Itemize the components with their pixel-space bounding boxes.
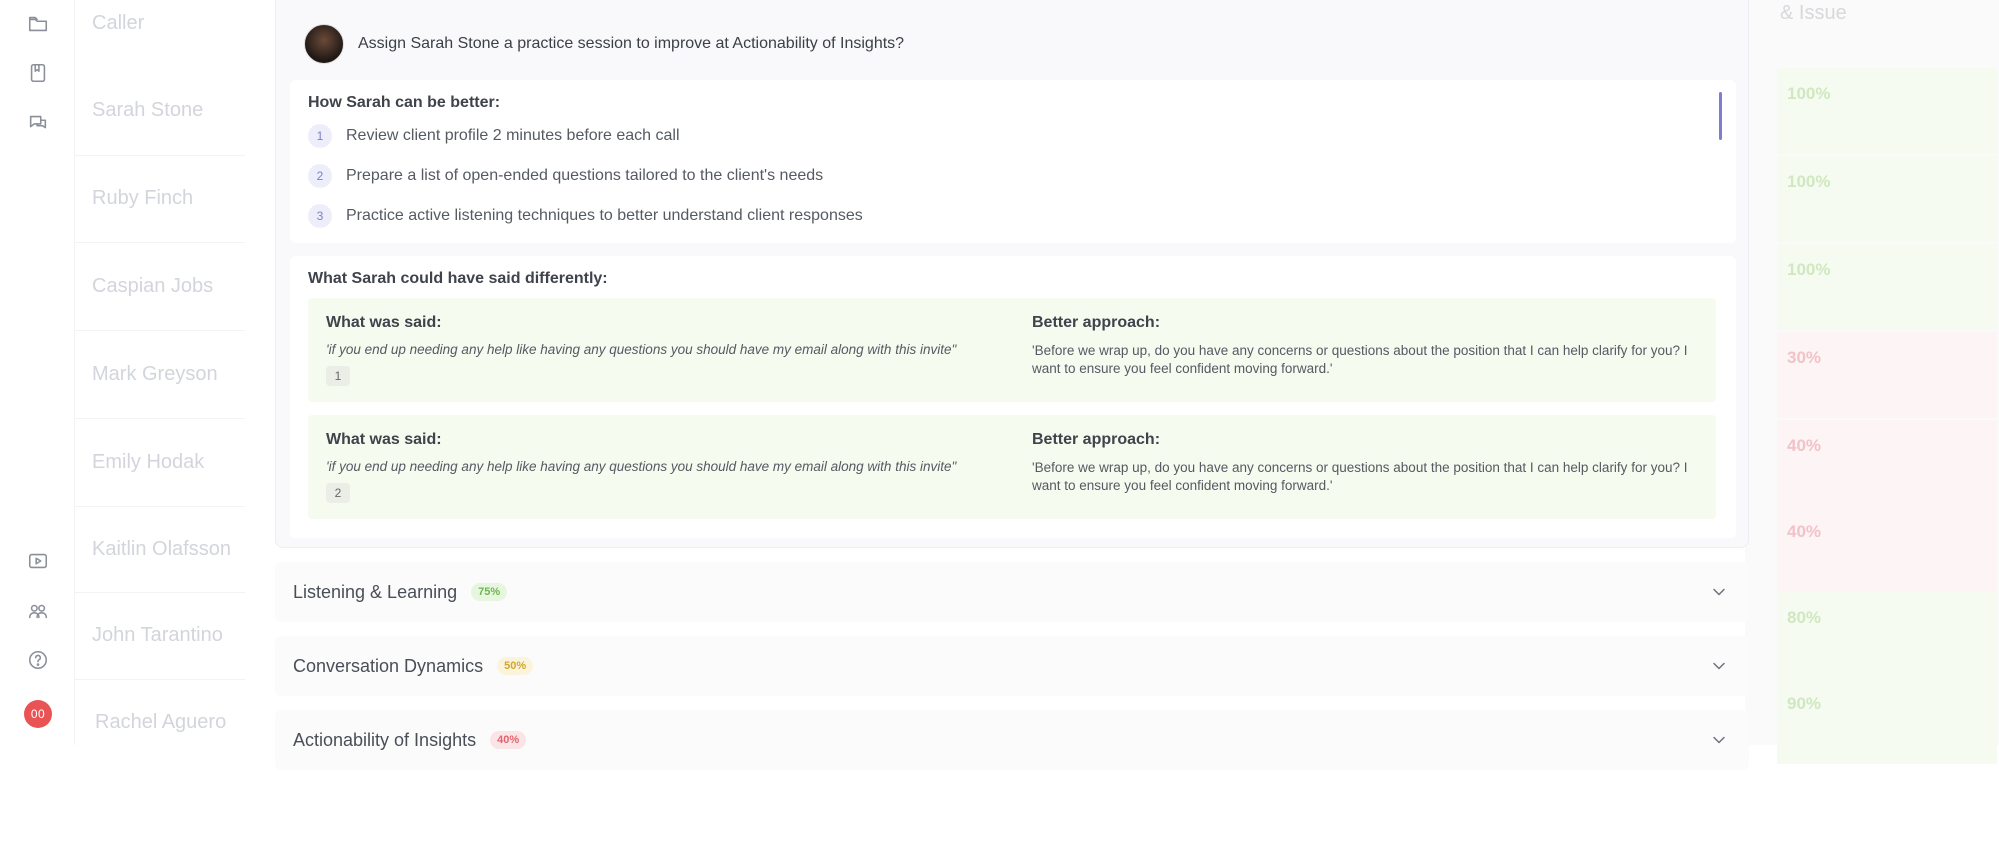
better-quote: 'Before we wrap up, do you have any conc… (1032, 343, 1688, 376)
score-cell: 100% (1777, 68, 1997, 154)
better-label: Better approach: (1032, 431, 1161, 448)
chevron-down-icon[interactable] (1709, 730, 1729, 750)
score-cell: 30% (1777, 332, 1997, 418)
score-cell: 80% (1777, 592, 1997, 678)
example-item: What was said: Better approach: 'if you … (308, 415, 1716, 519)
chevron-down-icon[interactable] (1709, 656, 1729, 676)
accordion-conversation-dynamics[interactable]: Conversation Dynamics 50% (275, 636, 1749, 696)
said-quote: 'if you end up needing any help like hav… (326, 459, 957, 474)
assign-question-text: Assign Sarah Stone a practice session to… (358, 35, 905, 52)
example-count: 1 (326, 366, 350, 386)
said-label: What was said: (326, 431, 442, 448)
accordion-title: Listening & Learning (293, 581, 458, 602)
better-quote: 'Before we wrap up, do you have any conc… (1032, 460, 1688, 493)
column-header-caller: Caller (92, 12, 145, 34)
accordion-title: Conversation Dynamics (293, 655, 484, 676)
caller-name[interactable]: Rachel Aguero (95, 711, 226, 734)
column-header-issue: & Issue (1780, 2, 1847, 24)
caller-name[interactable]: Kaitlin Olafsson (92, 538, 231, 561)
caller-name[interactable]: Caspian Jobs (92, 275, 213, 298)
accordion-listening-learning[interactable]: Listening & Learning 75% (275, 562, 1749, 622)
improvement-step: 1 Review client profile 2 minutes before… (308, 124, 680, 148)
user-avatar[interactable]: 00 (24, 700, 52, 728)
step-number: 2 (308, 164, 332, 188)
improvement-title: How Sarah can be better: (308, 94, 501, 111)
caller-name[interactable]: Sarah Stone (92, 99, 203, 122)
score-badge: 50% (497, 657, 534, 675)
step-text: Practice active listening techniques to … (346, 207, 863, 224)
score-cell: 100% (1777, 244, 1997, 330)
step-number: 3 (308, 204, 332, 228)
bookmark-icon[interactable] (24, 59, 52, 87)
score-badge: 40% (490, 731, 527, 749)
coaching-panel: Assign Sarah Stone a practice session to… (275, 0, 1749, 548)
score-cell: 90% (1777, 678, 1997, 764)
score-cell: 40% (1777, 420, 1997, 506)
said-label: What was said: (326, 314, 442, 331)
example-count: 2 (326, 483, 350, 503)
example-item: What was said: Better approach: 'if you … (308, 298, 1716, 402)
video-icon[interactable] (24, 547, 52, 575)
differently-card: What Sarah could have said differently: … (290, 256, 1736, 538)
caller-name[interactable]: Mark Greyson (92, 363, 218, 386)
improvement-card: How Sarah can be better: 1 Review client… (290, 80, 1736, 243)
score-column: & Issue 100% 100% 100% 30% 40% 40% 80% 9… (1745, 0, 1999, 764)
score-cell: 40% (1777, 506, 1997, 592)
page: 00 Caller Sarah Stone Ruby Finch Caspian… (0, 0, 1999, 855)
step-text: Prepare a list of open-ended questions t… (346, 167, 824, 184)
caller-name[interactable]: Ruby Finch (92, 187, 193, 210)
differently-title: What Sarah could have said differently: (308, 270, 608, 287)
improvement-step: 2 Prepare a list of open-ended questions… (308, 164, 823, 188)
caller-name[interactable]: John Tarantino (92, 624, 223, 647)
score-cell: 100% (1777, 156, 1997, 242)
scrollbar[interactable] (1719, 92, 1722, 140)
icon-rail: 00 (0, 0, 75, 745)
users-icon[interactable] (24, 597, 52, 625)
score-badge: 75% (471, 583, 508, 601)
caller-avatar (304, 24, 344, 64)
assign-question[interactable]: Assign Sarah Stone a practice session to… (304, 24, 904, 64)
help-icon[interactable] (24, 646, 52, 674)
caller-name[interactable]: Emily Hodak (92, 451, 204, 474)
chevron-down-icon[interactable] (1709, 582, 1729, 602)
folder-icon[interactable] (24, 10, 52, 38)
chat-icon[interactable] (24, 109, 52, 137)
caller-column: Caller Sarah Stone Ruby Finch Caspian Jo… (75, 0, 245, 745)
better-label: Better approach: (1032, 314, 1161, 331)
said-quote: 'if you end up needing any help like hav… (326, 342, 957, 357)
improvement-step: 3 Practice active listening techniques t… (308, 204, 863, 228)
accordion-title: Actionability of Insights (293, 729, 477, 750)
step-text: Review client profile 2 minutes before e… (346, 127, 680, 144)
accordion-actionability-insights[interactable]: Actionability of Insights 40% (275, 710, 1749, 770)
step-number: 1 (308, 124, 332, 148)
